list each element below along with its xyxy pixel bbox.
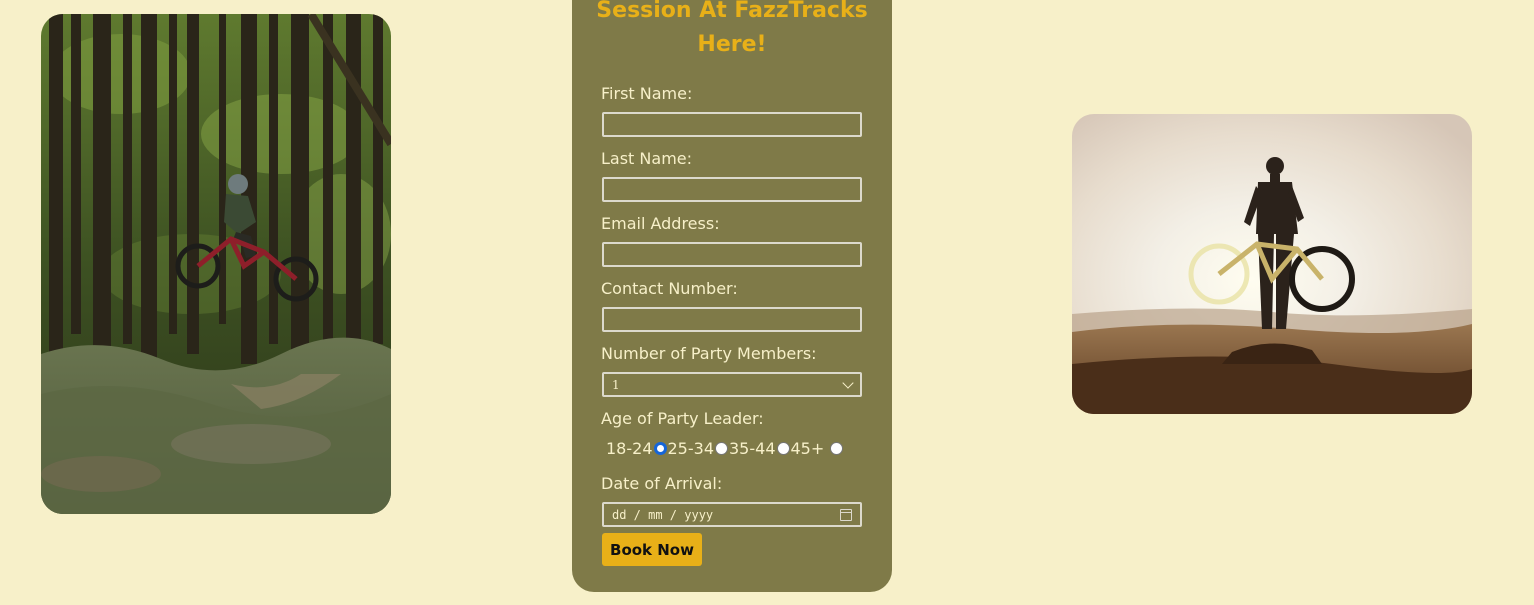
age-leader-label: Age of Party Leader:	[601, 409, 764, 428]
first-name-label: First Name:	[601, 84, 693, 103]
age-option-label-45-plus: 45+	[790, 439, 825, 458]
age-option-label-18-24: 18-24	[606, 439, 653, 458]
first-name-input[interactable]	[602, 112, 862, 137]
party-members-select[interactable]: 1	[602, 372, 862, 397]
party-members-label: Number of Party Members:	[601, 344, 817, 363]
last-name-label: Last Name:	[601, 149, 693, 168]
last-name-input[interactable]	[602, 177, 862, 202]
form-heading-line1: Session At FazzTracks	[596, 0, 868, 23]
calendar-icon[interactable]	[840, 508, 852, 521]
arrival-date-input[interactable]: dd / mm / yyyy	[602, 502, 862, 527]
email-label: Email Address:	[601, 214, 720, 233]
age-option-label-25-34: 25-34	[667, 439, 715, 458]
sunset-biker-photo	[1072, 114, 1472, 414]
arrival-date-placeholder: dd / mm / yyyy	[612, 507, 714, 522]
forest-biker-photo	[41, 14, 391, 514]
age-radio-18-24[interactable]	[653, 442, 667, 455]
contact-number-label: Contact Number:	[601, 279, 738, 298]
chevron-down-icon	[842, 376, 854, 389]
contact-number-input[interactable]	[602, 307, 862, 332]
form-heading-line2: Here!	[697, 32, 767, 57]
age-radio-group: 18-24 25-34 35-44 45+	[606, 439, 844, 458]
form-heading: Session At FazzTracks Here!	[572, 0, 892, 62]
party-members-selected-value: 1	[612, 377, 620, 392]
email-input[interactable]	[602, 242, 862, 267]
age-option-label-35-44: 35-44	[729, 439, 776, 458]
age-radio-45-plus[interactable]	[830, 442, 844, 455]
age-radio-25-34[interactable]	[715, 442, 728, 455]
arrival-date-label: Date of Arrival:	[601, 474, 723, 493]
booking-form-panel: Session At FazzTracks Here! First Name: …	[572, 0, 892, 592]
age-radio-35-44[interactable]	[776, 442, 790, 455]
book-now-button[interactable]: Book Now	[602, 533, 702, 566]
